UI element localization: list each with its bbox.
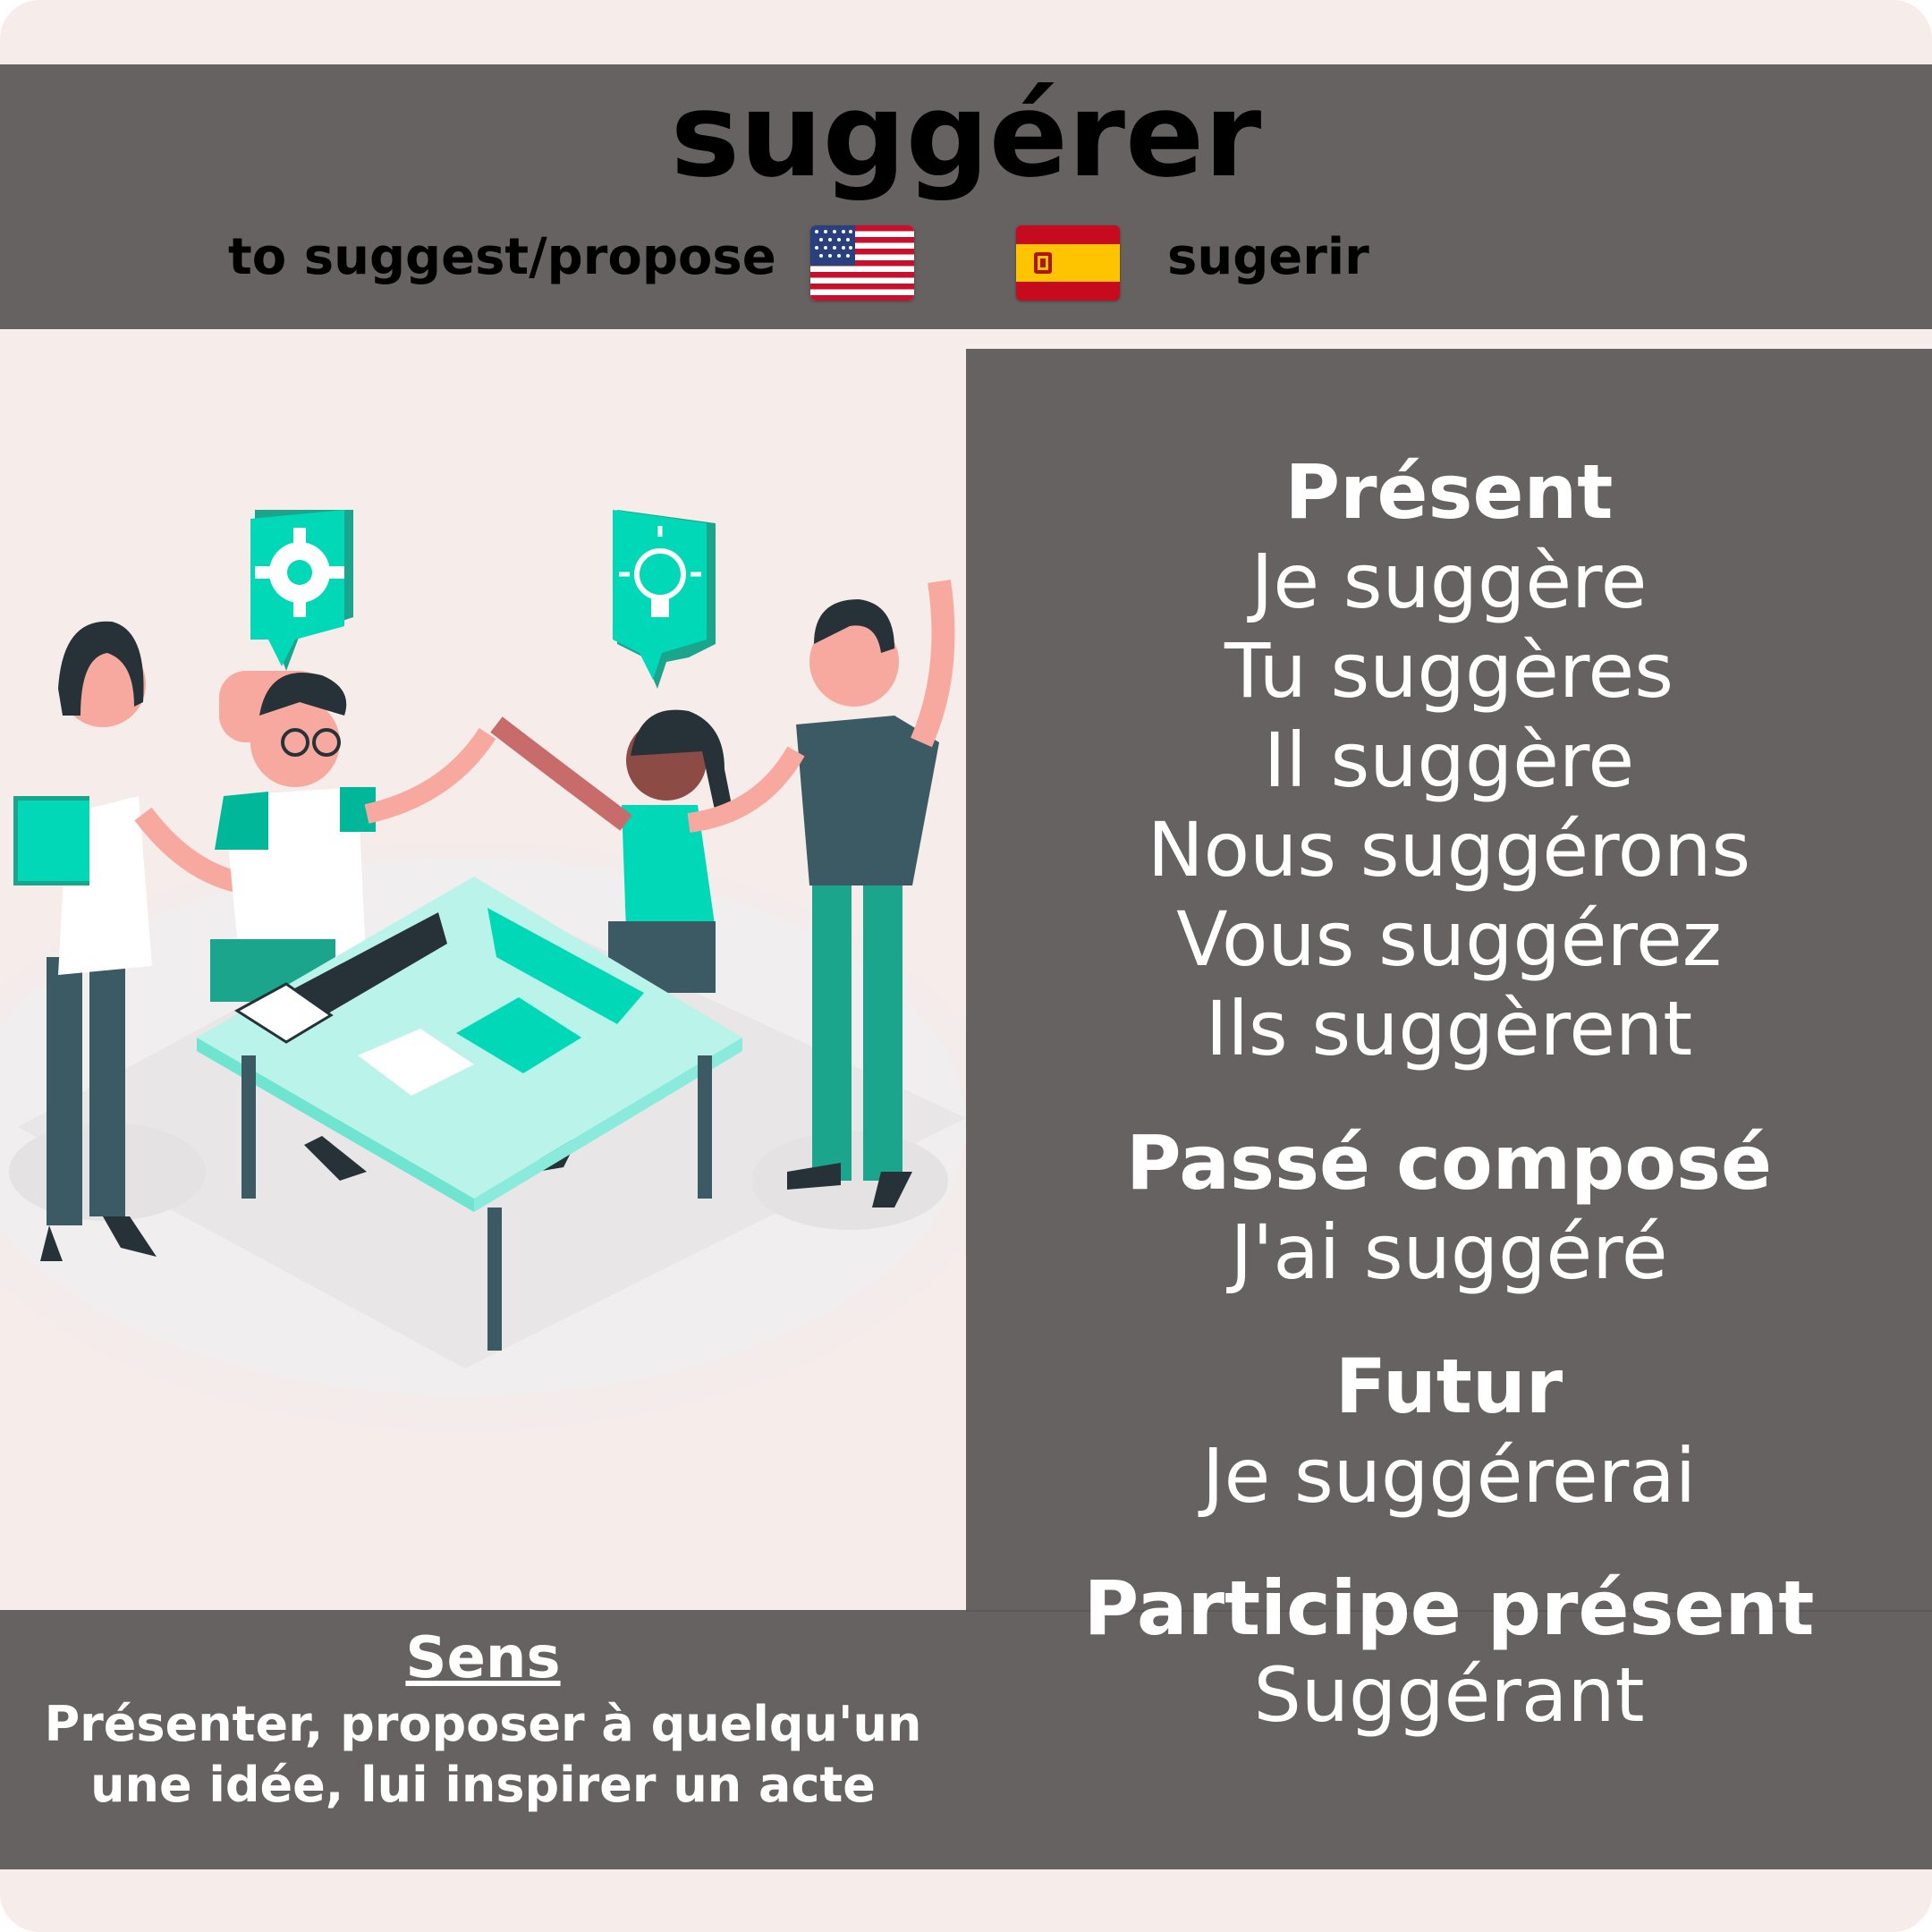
- present-vous: Vous suggérez: [1176, 895, 1722, 983]
- verb-card: suggérer to suggest/propose sugerir Prés…: [0, 0, 1932, 1932]
- gear-bubble-icon: [250, 510, 353, 671]
- participe-present-label: Participe présent: [1083, 1564, 1815, 1652]
- passe-compose-value: J'ai suggéré: [1230, 1208, 1668, 1296]
- sens-definition: Présenter, proposer à quelqu'un une idée…: [0, 1694, 966, 1816]
- sens-line-1: Présenter, proposer à quelqu'un: [44, 1696, 922, 1752]
- futur-label: Futur: [1335, 1343, 1563, 1430]
- spain-flag-icon: [1016, 225, 1120, 301]
- present-il: Il suggère: [1263, 716, 1635, 804]
- futur-value: Je suggérerai: [1201, 1432, 1697, 1520]
- us-flag-icon: [810, 225, 914, 301]
- spanish-translation: sugerir: [1167, 228, 1369, 286]
- present-je: Je suggère: [1250, 538, 1648, 625]
- passe-compose-label: Passé composé: [1125, 1119, 1773, 1207]
- present-tu: Tu suggères: [1224, 627, 1674, 715]
- present-nous: Nous suggérons: [1147, 806, 1751, 894]
- present-ils: Ils suggèrent: [1205, 985, 1693, 1072]
- participe-present-value: Suggérant: [1253, 1651, 1645, 1739]
- team-meeting-illustration: [0, 510, 966, 1431]
- lightbulb-bubble-icon: [613, 510, 716, 689]
- english-translation: to suggest/propose: [228, 228, 776, 286]
- present-label: Présent: [1284, 448, 1614, 536]
- sens-line-2: une idée, lui inspirer un acte: [90, 1757, 876, 1813]
- sens-title: Sens: [405, 1625, 561, 1691]
- verb-title: suggérer: [670, 67, 1262, 203]
